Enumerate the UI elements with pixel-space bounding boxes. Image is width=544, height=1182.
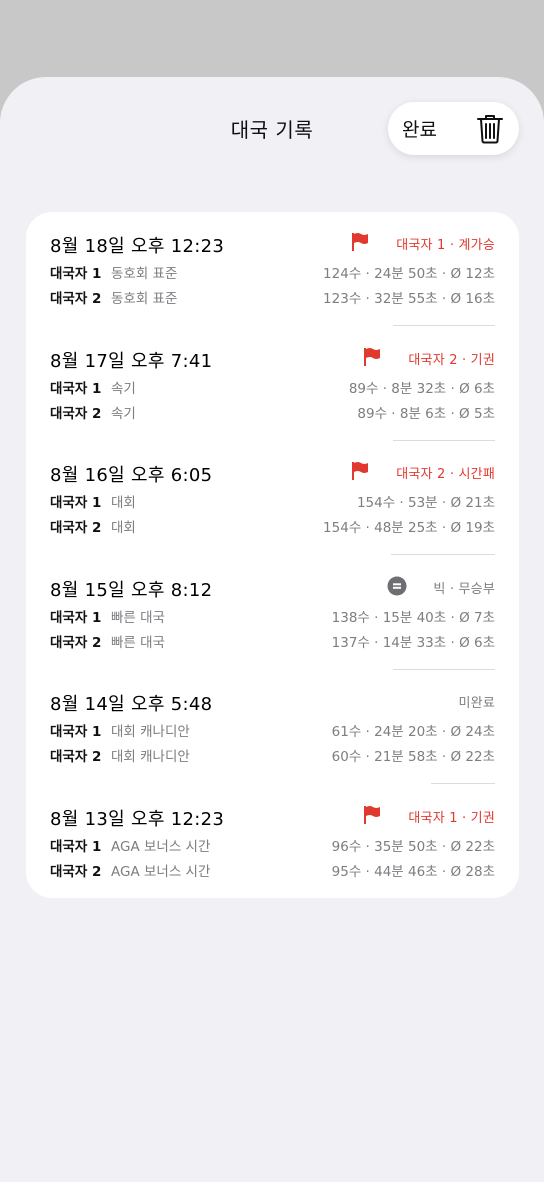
player-name: 대국자 2 xyxy=(50,291,102,307)
player-line: 대국자 2 빠른 대국 137수 · 14분 33초 · Ø 6초 xyxy=(50,631,495,651)
player-line: 대국자 2 AGA 보너스 시간 95수 · 44분 46초 · Ø 28초 xyxy=(50,860,495,880)
player-stats: 89수 · 8분 6초 · Ø 5초 xyxy=(357,405,495,422)
player-stats: 138수 · 15분 40초 · Ø 7초 xyxy=(331,609,495,626)
player-stats: 137수 · 14분 33초 · Ø 6초 xyxy=(331,634,495,651)
player-name: 대국자 1 xyxy=(50,839,102,855)
player-line: 대국자 2 대회 154수 · 48분 25초 · Ø 19초 xyxy=(50,516,495,537)
trash-icon xyxy=(477,115,503,144)
time-control: 속기 xyxy=(111,405,136,422)
player-stats: 96수 · 35분 50초 · Ø 22초 xyxy=(331,839,495,855)
time-control: 대회 캐나디안 xyxy=(111,749,190,766)
game-result: 대국자 2 · 기권 xyxy=(408,352,495,368)
time-control: 빠른 대국 xyxy=(111,609,165,626)
player-line: 대국자 2 속기 89수 · 8분 6초 · Ø 5초 xyxy=(50,402,495,422)
game-result: 빅 · 무승부 xyxy=(433,581,495,597)
trash-button[interactable] xyxy=(476,114,504,144)
player-line: 대국자 2 동호회 표준 123수 · 32분 55초 · Ø 16초 xyxy=(50,287,495,307)
player-line: 대국자 1 속기 89수 · 8분 32초 · Ø 6초 xyxy=(50,377,495,397)
player-name: 대국자 1 xyxy=(50,266,102,282)
time-control: 대회 xyxy=(111,520,136,537)
time-control: AGA 보너스 시간 xyxy=(111,864,211,880)
player-stats: 95수 · 44분 46초 · Ø 28초 xyxy=(331,864,495,880)
flag-icon xyxy=(352,233,369,251)
player-line: 대국자 2 대회 캐나디안 60수 · 21분 58초 · Ø 22초 xyxy=(50,745,495,766)
game-result: 미완료 xyxy=(458,696,495,712)
time-control: 대회 xyxy=(111,495,136,512)
time-control: 속기 xyxy=(111,380,136,397)
game-history-sheet: 대국 기록 완료 8월 18일 오후 12:23 대국자 1 · 계가승 대국자 1… xyxy=(0,77,544,1182)
player-line: 대국자 1 AGA 보너스 시간 96수 · 35분 50초 · Ø 22초 xyxy=(50,835,495,855)
game-list: 8월 18일 오후 12:23 대국자 1 · 계가승대국자 1 동호회 표준 124… xyxy=(26,212,519,898)
player-stats: 123수 · 32분 55초 · Ø 16초 xyxy=(323,291,495,307)
time-control: 동호회 표준 xyxy=(111,266,178,282)
player-name: 대국자 1 xyxy=(50,609,102,626)
game-result: 대국자 2 · 시간패 xyxy=(396,467,495,483)
player-name: 대국자 2 xyxy=(50,520,102,537)
player-stats: 124수 · 24분 50초 · Ø 12초 xyxy=(323,266,495,282)
game-result: 대국자 1 · 기권 xyxy=(408,811,495,826)
game-date: 8월 13일 오후 12:23 xyxy=(50,809,225,830)
flag-icon xyxy=(364,347,381,366)
game-date: 8월 15일 오후 8:12 xyxy=(50,579,213,601)
flag-icon xyxy=(364,806,381,824)
done-button[interactable]: 완료 xyxy=(402,115,437,142)
player-stats: 154수 · 48분 25초 · Ø 19초 xyxy=(323,520,495,537)
game-date: 8월 18일 오후 12:23 xyxy=(50,236,225,257)
player-line: 대국자 1 동호회 표준 124수 · 24분 50초 · Ø 12초 xyxy=(50,262,495,282)
game-row[interactable]: 8월 13일 오후 12:23 대국자 1 · 기권대국자 1 AGA 보너스 시간… xyxy=(50,785,495,899)
player-name: 대국자 1 xyxy=(50,380,102,397)
player-stats: 61수 · 24분 20초 · Ø 24초 xyxy=(331,724,495,741)
game-row[interactable]: 8월 14일 오후 5:48 미완료대국자 1 대회 캐나디안 61수 · 24분 2… xyxy=(50,670,495,785)
game-row[interactable]: 8월 18일 오후 12:23 대국자 1 · 계가승대국자 1 동호회 표준 124… xyxy=(50,212,495,326)
header-actions: 완료 xyxy=(388,102,519,155)
player-line: 대국자 1 대회 154수 · 53분 · Ø 21초 xyxy=(50,491,495,512)
player-stats: 60수 · 21분 58초 · Ø 22초 xyxy=(331,749,495,766)
player-name: 대국자 1 xyxy=(50,495,102,512)
player-stats: 154수 · 53분 · Ø 21초 xyxy=(356,495,495,512)
game-row[interactable]: 8월 17일 오후 7:41 대국자 2 · 기권대국자 1 속기 89수 · 8분 … xyxy=(50,327,495,441)
game-row[interactable]: 8월 16일 오후 6:05 대국자 2 · 시간패대국자 1 대회 154수 · 5… xyxy=(50,441,495,556)
player-name: 대국자 2 xyxy=(50,749,102,766)
player-name: 대국자 2 xyxy=(50,634,102,651)
player-name: 대국자 2 xyxy=(50,405,102,422)
time-control: 대회 캐나디안 xyxy=(111,724,190,741)
player-name: 대국자 2 xyxy=(50,864,102,880)
player-line: 대국자 1 빠른 대국 138수 · 15분 40초 · Ø 7초 xyxy=(50,606,495,626)
time-control: 빠른 대국 xyxy=(111,634,165,651)
time-control: 동호회 표준 xyxy=(111,291,178,307)
game-row[interactable]: 8월 15일 오후 8:12 빅 · 무승부대국자 1 빠른 대국 138수 · 15… xyxy=(50,556,495,670)
player-line: 대국자 1 대회 캐나디안 61수 · 24분 20초 · Ø 24초 xyxy=(50,720,495,741)
player-stats: 89수 · 8분 32초 · Ø 6초 xyxy=(348,380,495,397)
game-date: 8월 16일 오후 6:05 xyxy=(50,465,213,487)
flag-icon xyxy=(352,462,369,481)
game-date: 8월 17일 오후 7:41 xyxy=(50,350,213,372)
game-result: 대국자 1 · 계가승 xyxy=(396,238,495,253)
player-name: 대국자 1 xyxy=(50,724,102,741)
time-control: AGA 보너스 시간 xyxy=(111,839,211,855)
equals-circle-icon xyxy=(387,576,407,596)
game-date: 8월 14일 오후 5:48 xyxy=(50,694,213,716)
